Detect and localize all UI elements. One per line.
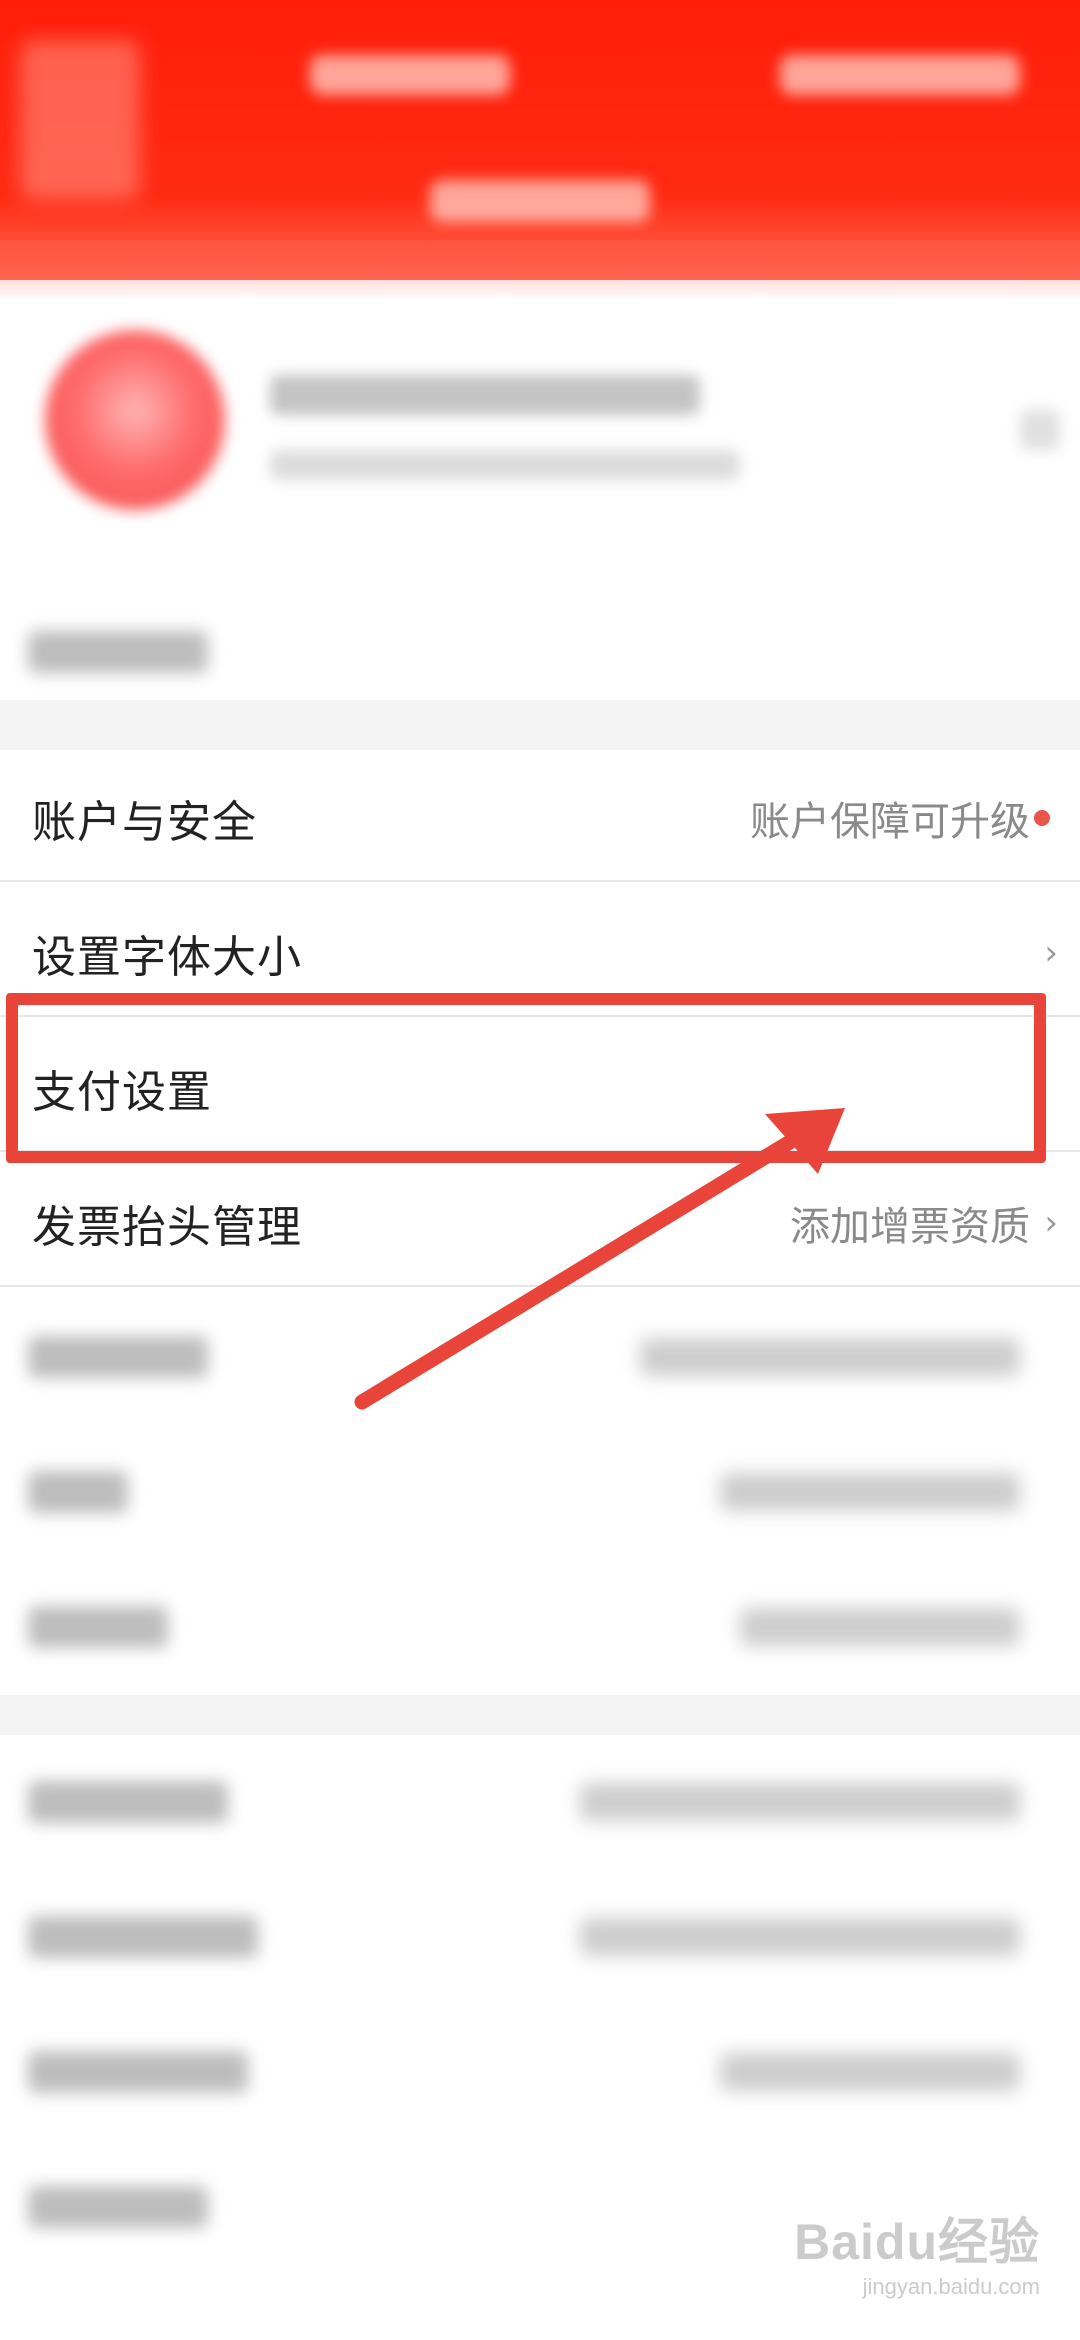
watermark-text: Baidu经验 [794, 2214, 1040, 2270]
watermark-logo: Baidu经验 jingyan.baidu.com [794, 2202, 1040, 2300]
watermark-url: jingyan.baidu.com [862, 2274, 1040, 2299]
annotation-arrow [354, 1108, 845, 1410]
